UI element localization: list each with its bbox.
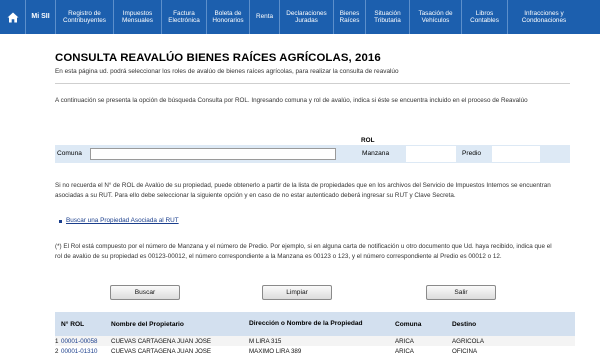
predio-input[interactable]	[492, 146, 540, 162]
header-comuna: Comuna	[395, 320, 422, 328]
header-rol: N° ROL	[61, 320, 85, 328]
nav-item-situacion-tributaria[interactable]: Situación Tributaria	[366, 0, 410, 34]
home-icon	[7, 12, 18, 22]
buscar-propiedad-rut-link[interactable]: Buscar una Propiedad Asociada al RUT	[66, 217, 179, 224]
nav-item-infracciones-condonaciones[interactable]: Infracciones y Condonaciones	[508, 0, 580, 34]
nav-item-impuestos-mensuales[interactable]: Impuestos Mensuales	[114, 0, 162, 34]
destino-cell: OFICINA	[452, 347, 478, 355]
table-body: 1 00001-00058 CUEVAS CARTAGENA JUAN JOSE…	[55, 336, 575, 356]
nav-item-registro-contribuyentes[interactable]: Registro de Contribuyentes	[56, 0, 114, 34]
header-destino: Destino	[452, 320, 477, 328]
table-row: 2 00001-01310 CUEVAS CARTAGENA JUAN JOSE…	[55, 346, 575, 356]
results-table: N° ROL Nombre del Propietario Dirección …	[55, 312, 575, 356]
rol-note: (*) El Rol está compuesto por el número …	[55, 243, 552, 260]
address-cell: MAXIMO LIRA 389	[249, 347, 302, 355]
rol-link[interactable]: 00001-00058	[61, 338, 111, 345]
nav-item-mi-sii[interactable]: Mi SII	[26, 0, 56, 34]
header-address: Dirección o Nombre de la Propiedad	[249, 320, 363, 327]
nav-item-declaraciones-juradas[interactable]: Declaraciones Juradas	[280, 0, 334, 34]
buscar-button[interactable]: Buscar	[110, 285, 180, 300]
comuna-cell: ARICA	[395, 337, 414, 345]
table-row: 1 00001-00058 CUEVAS CARTAGENA JUAN JOSE…	[55, 336, 575, 346]
nav-item-renta[interactable]: Renta	[250, 0, 280, 34]
salir-button[interactable]: Salir	[426, 285, 496, 300]
nav-item-factura-electronica[interactable]: Factura Electrónica	[162, 0, 207, 34]
rol-link[interactable]: 00001-01310	[61, 348, 111, 355]
owner-cell: CUEVAS CARTAGENA JUAN JOSE	[111, 347, 212, 355]
intro-text: A continuación se presenta la opción de …	[55, 97, 528, 104]
address-cell: M LIRA 315	[249, 337, 282, 345]
nav-item-bienes-raices[interactable]: Bienes Raíces	[334, 0, 366, 34]
nav-item-tasacion-vehiculos[interactable]: Tasación de Vehículos	[410, 0, 462, 34]
table-header: N° ROL Nombre del Propietario Dirección …	[55, 312, 575, 336]
help-text: Si no recuerda el N° de ROL de Avalúo de…	[55, 182, 551, 199]
limpiar-button[interactable]: Limpiar	[262, 285, 332, 300]
comuna-input[interactable]	[90, 148, 336, 160]
header-owner: Nombre del Propietario	[111, 320, 184, 328]
home-button[interactable]	[0, 0, 26, 34]
nav-item-boleta-honorarios[interactable]: Boleta de Honorarios	[207, 0, 250, 34]
bullet-icon	[59, 220, 62, 223]
predio-label: Predio	[462, 150, 482, 157]
comuna-label: Comuna	[57, 150, 82, 157]
destino-cell: AGRICOLA	[452, 337, 484, 345]
manzana-input[interactable]	[406, 146, 456, 162]
page-title: CONSULTA REAVALÚO BIENES RAÍCES AGRÍCOLA…	[55, 52, 381, 64]
nav-item-libros-contables[interactable]: Libros Contables	[462, 0, 508, 34]
owner-cell: CUEVAS CARTAGENA JUAN JOSE	[111, 337, 212, 345]
rol-header: ROL	[361, 137, 375, 144]
page-subtitle: En esta página ud. podrá seleccionar los…	[55, 68, 399, 75]
top-navigation: Mi SII Registro de Contribuyentes Impues…	[0, 0, 600, 34]
manzana-label: Manzana	[362, 150, 390, 157]
divider	[55, 83, 570, 84]
comuna-cell: ARICA	[395, 347, 414, 355]
